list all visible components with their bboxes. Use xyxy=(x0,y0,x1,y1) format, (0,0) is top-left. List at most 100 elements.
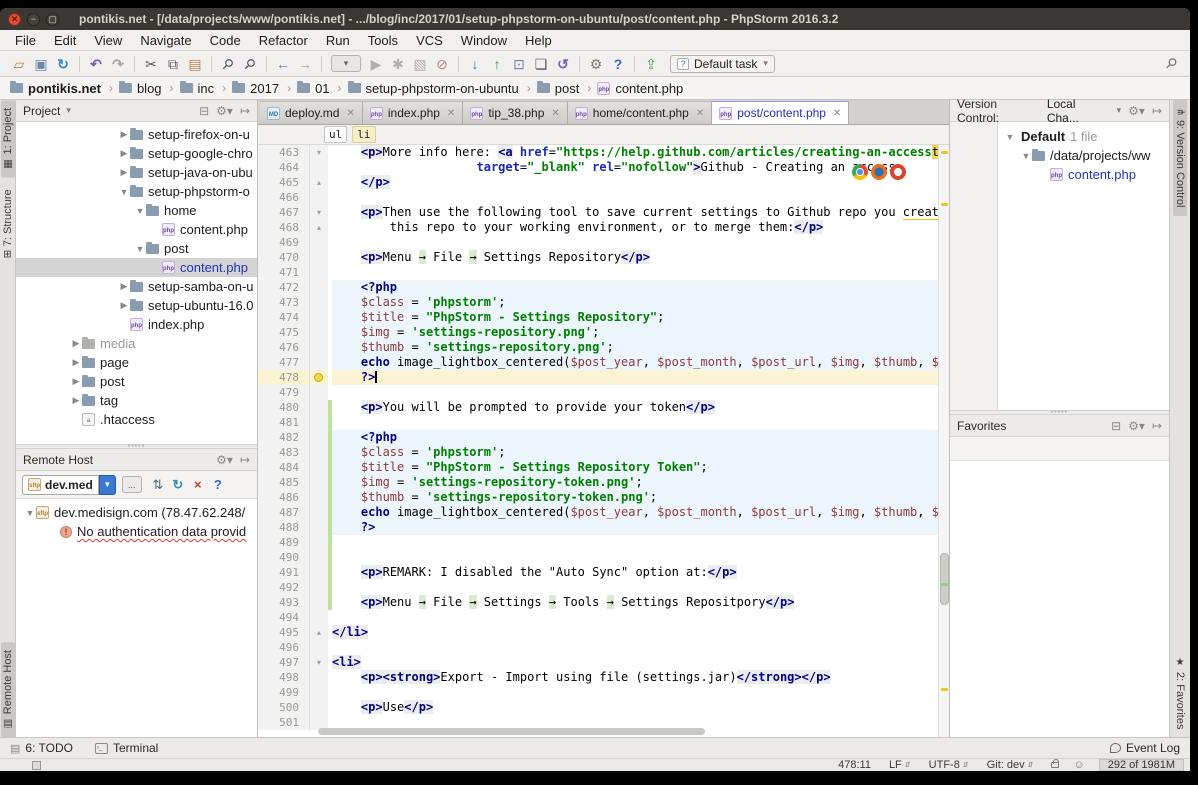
tree-item-setup-firefox-on-u[interactable]: ▶setup-firefox-on-u xyxy=(16,125,257,144)
hide-panel-icon[interactable]: ↦ xyxy=(240,104,250,118)
tag-breadcrumb-li[interactable]: li xyxy=(352,126,375,143)
split-icon[interactable]: ⊟ xyxy=(1111,419,1121,433)
run-icon[interactable]: ▶ xyxy=(365,53,387,75)
firefox-icon[interactable] xyxy=(871,164,887,180)
code-line[interactable]: 482 <?php xyxy=(258,430,938,445)
menu-file[interactable]: File xyxy=(6,33,45,48)
vcs-lock-icon[interactable]: ⊡ xyxy=(508,53,530,75)
collapse-all-icon[interactable]: ⊟ xyxy=(199,104,209,118)
collapsed-arrow-icon[interactable]: ▶ xyxy=(70,376,82,387)
editor-tab-tip-38-php[interactable]: phptip_38.php✕ xyxy=(463,101,567,124)
undo-icon[interactable]: ↶ xyxy=(85,53,107,75)
stripe-tab-2-favorites[interactable]: ★2: Favorites xyxy=(1173,649,1187,737)
collapsed-arrow-icon[interactable]: ▶ xyxy=(70,357,82,368)
coverage-icon[interactable]: ▧ xyxy=(409,53,431,75)
help-icon[interactable]: ? xyxy=(208,477,228,493)
changed-file-row[interactable]: php content.php xyxy=(998,165,1169,184)
tree-item-setup-google-chro[interactable]: ▶setup-google-chro xyxy=(16,144,257,163)
code-line[interactable]: 472 <?php xyxy=(258,280,938,295)
task-combo[interactable]: ? Default task ▾ xyxy=(670,55,775,73)
code-line[interactable]: 465▴ </p> xyxy=(258,175,938,190)
code-line[interactable]: 476 $thumb = 'settings-repository.png'; xyxy=(258,340,938,355)
breadcrumb-item[interactable]: 2017 xyxy=(232,81,279,96)
stripe-tab-1-project[interactable]: ▦1: Project xyxy=(1,100,15,177)
remote-host-row[interactable]: ▼ sftp dev.medisign.com (78.47.62.248/ xyxy=(16,503,257,522)
collapsed-arrow-icon[interactable]: ▶ xyxy=(70,338,82,349)
code-line[interactable]: 471 xyxy=(258,265,938,280)
code-line[interactable]: 485 $img = 'settings-repository-token.pn… xyxy=(258,475,938,490)
remote-host-error-row[interactable]: ! No authentication data provid xyxy=(16,522,257,541)
code-line[interactable]: 491 <p>REMARK: I disabled the "Auto Sync… xyxy=(258,565,938,580)
stripe-tab-7-structure[interactable]: ⊞7: Structure xyxy=(1,181,15,266)
breadcrumb-item[interactable]: post xyxy=(537,81,580,96)
hide-panel-icon[interactable]: ↦ xyxy=(240,453,250,467)
code-line[interactable]: 494 xyxy=(258,610,938,625)
vcs-commit-icon[interactable]: ↑ xyxy=(486,53,508,75)
highlighting-level-icon[interactable]: ☺ xyxy=(1073,759,1084,771)
changelist-row[interactable]: ▼ Default 1 file xyxy=(998,127,1169,146)
tab-local-changes[interactable]: Local Cha... ▾ xyxy=(1047,97,1121,125)
hide-panel-icon[interactable]: ↦ xyxy=(1152,104,1162,118)
opera-icon[interactable] xyxy=(890,164,906,180)
event-log-button[interactable]: Event Log xyxy=(1110,741,1180,755)
warning-mark[interactable] xyxy=(941,151,948,154)
chevron-down-icon[interactable]: ▾ xyxy=(66,105,71,116)
code-line[interactable]: 477 echo image_lightbox_centered($post_y… xyxy=(258,355,938,370)
breadcrumb-item[interactable]: blog xyxy=(119,81,162,96)
code-line[interactable]: 497▾<li> xyxy=(258,655,938,670)
tree-item--htaccess[interactable]: a.htaccess xyxy=(16,410,257,429)
menu-code[interactable]: Code xyxy=(201,33,250,48)
code-line[interactable]: 478 ?> xyxy=(258,370,938,385)
breadcrumb-item[interactable]: inc xyxy=(180,81,215,96)
code-line[interactable]: 489 xyxy=(258,535,938,550)
menu-view[interactable]: View xyxy=(85,33,131,48)
close-icon[interactable]: ✕ xyxy=(696,108,704,119)
forward-icon[interactable]: → xyxy=(294,53,316,75)
vcs-rollback-icon[interactable]: ↺ xyxy=(552,53,574,75)
git-branch-selector[interactable]: Git: dev⇵ xyxy=(987,759,1034,771)
code-line[interactable]: 499 xyxy=(258,685,938,700)
collapsed-arrow-icon[interactable]: ▶ xyxy=(118,129,130,140)
breadcrumb-item[interactable]: phpcontent.php xyxy=(597,81,683,96)
profile-icon[interactable]: ⊘ xyxy=(431,53,453,75)
browse-button[interactable]: ... xyxy=(122,476,142,493)
warning-mark[interactable] xyxy=(941,203,948,206)
gear-icon[interactable]: ⚙▾ xyxy=(1128,104,1145,118)
window-close-button[interactable]: ✕ xyxy=(8,13,21,26)
open-icon[interactable]: ▱ xyxy=(8,53,30,75)
code-line[interactable]: 463▾ <p>More info here: <a href="https:/… xyxy=(258,145,938,160)
collapsed-arrow-icon[interactable]: ▶ xyxy=(70,395,82,406)
cut-icon[interactable]: ✂ xyxy=(140,53,162,75)
chrome-icon[interactable] xyxy=(852,164,868,180)
close-icon[interactable]: ✕ xyxy=(833,108,841,119)
redo-icon[interactable]: ↷ xyxy=(107,53,129,75)
code-line[interactable]: 488 ?> xyxy=(258,520,938,535)
server-combo-arrow[interactable]: ▼ xyxy=(99,475,116,495)
collapsed-arrow-icon[interactable]: ▶ xyxy=(118,148,130,159)
close-icon[interactable]: ✕ xyxy=(346,108,354,119)
error-stripe[interactable] xyxy=(938,145,949,737)
collapsed-arrow-icon[interactable]: ▶ xyxy=(118,300,130,311)
vcs-changes-icon[interactable]: ❏ xyxy=(530,53,552,75)
sync-settings-icon[interactable]: ⇪ xyxy=(640,53,662,75)
tree-item-media[interactable]: ▶media xyxy=(16,334,257,353)
refresh-icon[interactable]: ↻ xyxy=(168,477,188,493)
code-line[interactable]: 469 xyxy=(258,235,938,250)
editor-tab-index-php[interactable]: phpindex.php✕ xyxy=(363,101,463,124)
hide-panel-icon[interactable]: ↦ xyxy=(1152,419,1162,433)
expanded-arrow-icon[interactable]: ▼ xyxy=(24,508,36,518)
window-minimize-button[interactable]: − xyxy=(27,13,40,26)
intention-bulb-icon[interactable] xyxy=(314,373,323,382)
code-line[interactable]: 480 <p>You will be prompted to provide y… xyxy=(258,400,938,415)
tree-item-page[interactable]: ▶page xyxy=(16,353,257,372)
tree-item-content-php[interactable]: phpcontent.php xyxy=(16,258,257,277)
code-line[interactable]: 474 $title = "PhpStorm - Settings Reposi… xyxy=(258,310,938,325)
gear-icon[interactable]: ⚙▾ xyxy=(216,104,233,118)
run-configurations-combo[interactable]: ▾ xyxy=(331,55,361,72)
tree-item-post[interactable]: ▶post xyxy=(16,372,257,391)
close-icon[interactable]: × xyxy=(188,477,208,493)
code-line[interactable]: 490 xyxy=(258,550,938,565)
tree-item-setup-java-on-ubu[interactable]: ▶setup-java-on-ubu xyxy=(16,163,257,182)
change-mark[interactable] xyxy=(941,583,948,586)
tree-item-tag[interactable]: ▶tag xyxy=(16,391,257,410)
